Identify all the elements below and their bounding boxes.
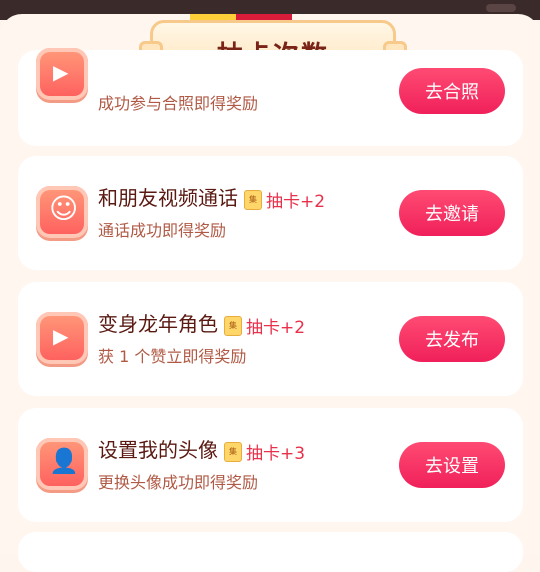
task-title-row: 变身龙年角色集抽卡+2 xyxy=(98,308,305,338)
task-subtitle: 更换头像成功即得奖励 xyxy=(98,473,259,492)
task-subtitle: 成功参与合照即得奖励 xyxy=(98,94,259,113)
task-title-row: 和朋友视频通话集抽卡+2 xyxy=(98,182,325,212)
task-card: 成功参与合照即得奖励 去合照 xyxy=(18,48,523,146)
task-card: 变身龙年角色集抽卡+2 获 1 个赞立即得奖励 去发布 xyxy=(18,282,523,396)
photo-icon xyxy=(36,48,88,100)
card-badge-icon: 集 xyxy=(244,189,262,210)
task-card: 设置我的头像集抽卡+3 更换头像成功即得奖励 去设置 xyxy=(18,408,523,522)
task-button[interactable]: 去合照 xyxy=(399,68,505,114)
task-button[interactable]: 去设置 xyxy=(399,442,505,488)
task-button[interactable]: 去发布 xyxy=(399,316,505,362)
task-title-row: 设置我的头像集抽卡+3 xyxy=(98,434,305,464)
card-badge-icon: 集 xyxy=(224,441,242,462)
video-play-icon xyxy=(36,312,88,364)
task-card xyxy=(18,532,523,572)
task-title: 设置我的头像 xyxy=(98,438,218,462)
avatar-icon xyxy=(36,438,88,490)
task-title: 变身龙年角色 xyxy=(98,312,218,336)
task-subtitle: 通话成功即得奖励 xyxy=(98,221,227,240)
task-button[interactable]: 去邀请 xyxy=(399,190,505,236)
card-badge-icon: 集 xyxy=(224,315,242,336)
task-reward: 抽卡+2 xyxy=(246,318,306,338)
video-call-icon xyxy=(36,186,88,238)
task-reward: 抽卡+2 xyxy=(266,192,326,212)
task-subtitle: 获 1 个赞立即得奖励 xyxy=(98,347,247,366)
status-indicator xyxy=(486,4,516,12)
task-title: 和朋友视频通话 xyxy=(98,186,238,210)
task-reward: 抽卡+3 xyxy=(246,444,306,464)
task-sheet: 抽卡次数 成功参与合照即得奖励 去合照 和朋友视频通话集抽卡+2 通话成功即得奖… xyxy=(0,14,540,572)
task-card: 和朋友视频通话集抽卡+2 通话成功即得奖励 去邀请 xyxy=(18,156,523,270)
